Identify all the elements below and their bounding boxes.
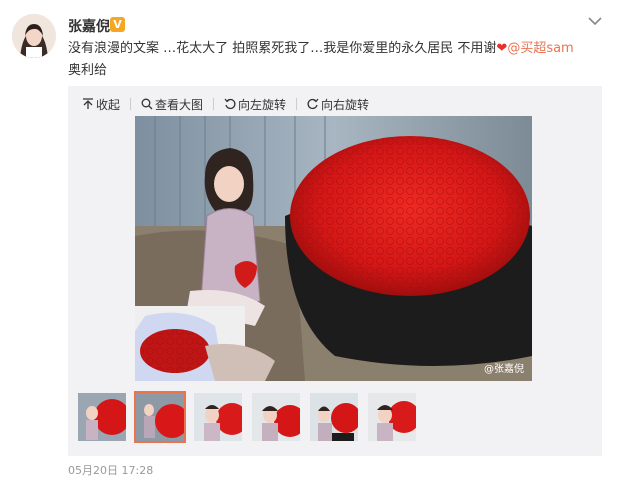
verified-icon: V <box>110 17 125 32</box>
thumbnail-2[interactable] <box>134 391 186 443</box>
mention-link[interactable]: @买超sam <box>507 41 573 56</box>
thumbnail-6[interactable] <box>366 391 418 443</box>
post-timestamp[interactable]: 05月20日 17:28 <box>68 462 153 478</box>
divider <box>296 98 298 110</box>
rotate-right-label: 向右旋转 <box>321 97 370 112</box>
divider <box>213 98 215 110</box>
thumbnail-3[interactable] <box>192 391 244 443</box>
post-text: 没有浪漫的文案 …花太大了 拍照累死我了…我是你爱里的永久居民 不用谢❤@买超s… <box>68 38 588 82</box>
search-icon <box>141 98 153 110</box>
collapse-icon <box>83 98 93 109</box>
media-card: 收起 查看大图 向左旋转 向右旋转 @张嘉倪 <box>68 86 602 456</box>
rotate-left-button[interactable]: 向左旋转 <box>224 96 286 113</box>
chevron-down-icon[interactable] <box>588 16 602 26</box>
post-body: 没有浪漫的文案 …花太大了 拍照累死我了…我是你爱里的永久居民 不用谢 <box>68 41 497 56</box>
thumbnail-5[interactable] <box>308 391 360 443</box>
collapse-label: 收起 <box>96 97 121 112</box>
author-avatar[interactable] <box>12 14 56 58</box>
rotate-right-icon <box>307 98 319 110</box>
thumbnail-4[interactable] <box>250 391 302 443</box>
rotate-left-icon <box>224 98 236 110</box>
collapse-button[interactable]: 收起 <box>82 96 120 113</box>
view-large-label: 查看大图 <box>155 97 204 112</box>
thumbnail-strip <box>76 391 424 443</box>
rotate-right-button[interactable]: 向右旋转 <box>307 96 369 113</box>
view-large-button[interactable]: 查看大图 <box>141 96 203 113</box>
post-body-end: 奥利给 <box>68 63 108 78</box>
divider <box>130 98 132 110</box>
image-watermark: @张嘉倪 <box>484 364 524 375</box>
rotate-left-label: 向左旋转 <box>238 97 287 112</box>
main-photo[interactable]: @张嘉倪 <box>135 116 532 381</box>
thumbnail-1[interactable] <box>76 391 128 443</box>
image-toolbar: 收起 查看大图 向左旋转 向右旋转 <box>82 94 379 114</box>
heart-icon: ❤ <box>496 41 508 56</box>
author-name[interactable]: 张嘉倪 <box>68 16 110 36</box>
